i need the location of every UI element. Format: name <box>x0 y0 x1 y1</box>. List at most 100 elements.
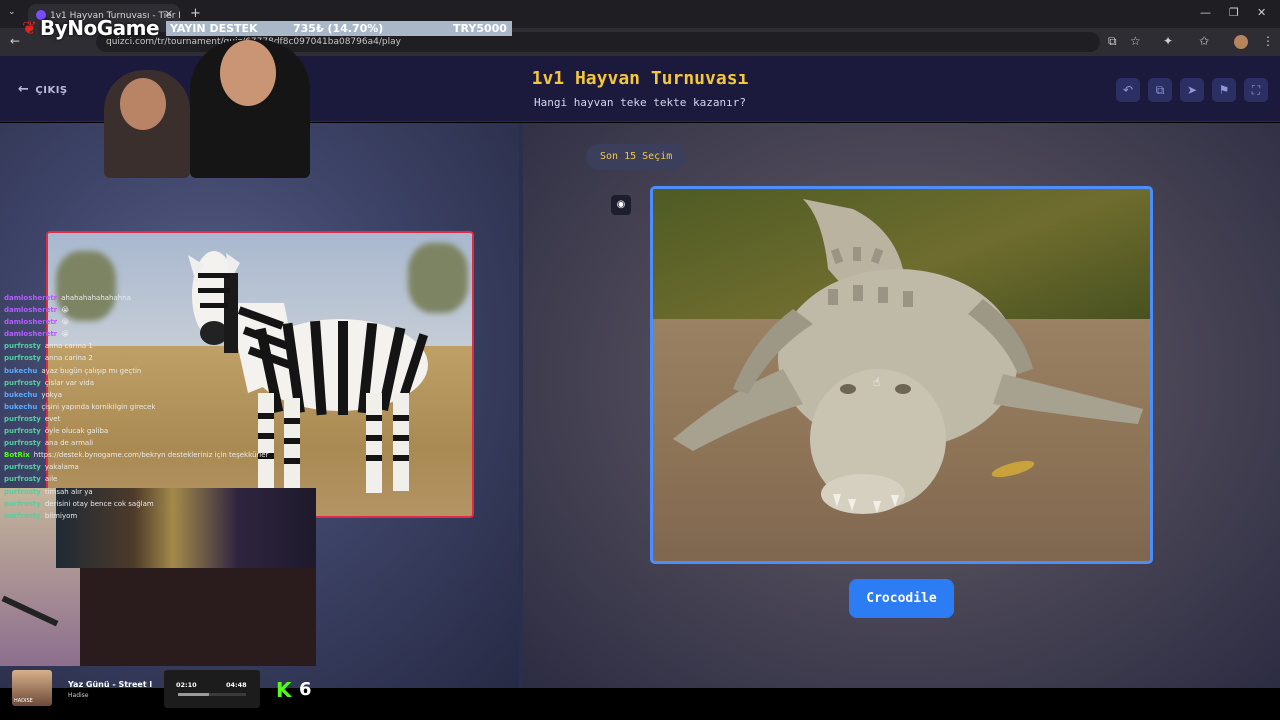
song-artist: Hadise <box>68 692 89 699</box>
chat-message: purfrosty anna carina 2 <box>4 352 304 364</box>
music-progress-fill <box>178 693 209 696</box>
chat-message: bukechu çişini yapında kornikilgin girece… <box>4 401 304 413</box>
extensions-icon[interactable]: ✦ <box>1163 34 1173 48</box>
chat-text: timsah alır ya <box>44 487 93 496</box>
right-choice-image[interactable] <box>650 186 1153 564</box>
chat-username: purfrosty <box>4 487 41 496</box>
streamer-left-face <box>120 78 166 130</box>
bulb-icon: ◉ <box>616 199 626 210</box>
chat-text: öyle olucak galiba <box>44 427 109 436</box>
new-tab-icon[interactable]: + <box>190 6 201 21</box>
streamer-right-face <box>220 40 276 106</box>
chat-text: yakalama <box>44 463 79 472</box>
report-button[interactable]: ⚑ <box>1212 78 1236 102</box>
translate-icon[interactable]: ⧉ <box>1108 34 1117 49</box>
bookmark-star-icon[interactable]: ☆ <box>1130 34 1141 48</box>
chat-username: purfrosty <box>4 511 41 520</box>
restore-icon[interactable]: ❐ <box>1229 6 1239 19</box>
chat-message: BotRix https://destek.bynogame.com/bekryn… <box>4 449 304 461</box>
round-badge: Son 15 Seçim <box>586 144 687 170</box>
bookmarks-icon[interactable]: ✩ <box>1199 34 1209 48</box>
chat-text: ahahahahahahahna <box>61 294 131 302</box>
chat-username: damlosheretr <box>4 318 58 327</box>
fullscreen-icon: ⛶ <box>1251 83 1261 97</box>
chat-username: damlosheretr <box>4 294 58 302</box>
chat-username: purfrosty <box>4 342 41 351</box>
viewer-count: 6 <box>299 679 312 700</box>
chat-text: evet <box>44 414 61 423</box>
chat-text: yokya <box>41 390 62 399</box>
browser-menu-icon[interactable]: ⋮ <box>1262 34 1274 48</box>
total-time: 04:48 <box>226 681 247 689</box>
choice-right-button[interactable]: Crocodile <box>849 579 954 618</box>
chat-message: purfrosty yakalama <box>4 461 304 473</box>
elapsed-time: 02:10 <box>176 681 197 689</box>
profile-avatar[interactable] <box>1234 35 1248 49</box>
chat-username: purfrosty <box>4 378 41 387</box>
chat-text: anna carina 1 <box>44 342 93 351</box>
chat-username: purfrosty <box>4 475 41 484</box>
tab-close-icon[interactable]: × <box>164 7 173 20</box>
chat-text: aile <box>44 475 58 484</box>
chat-text: 😭 <box>61 318 70 327</box>
chat-text: derisini otay bence cok sağlam <box>44 499 154 508</box>
undo-button[interactable]: ↶ <box>1116 78 1140 102</box>
chat-text: 😭 <box>61 306 70 315</box>
chat-message: purfrosty çislar var vida <box>4 377 304 389</box>
logo-text: ByNoGame <box>40 16 160 40</box>
back-icon[interactable]: ← <box>10 34 20 48</box>
chat-text: çislar var vida <box>44 378 94 387</box>
share-button[interactable]: ➤ <box>1180 78 1204 102</box>
minimize-icon[interactable]: — <box>1200 6 1211 19</box>
tab-search-icon[interactable]: ⌄ <box>8 7 16 17</box>
send-icon: ➤ <box>1186 83 1198 97</box>
banner-label: YAYIN DESTEK <box>170 22 258 35</box>
chat-message: damlosheretr 😭 <box>4 328 304 340</box>
copy-button[interactable]: ⧉ <box>1148 78 1172 102</box>
chat-text: https://destek.bynogame.com/bekryn deste… <box>33 451 269 460</box>
chat-message: bukechu yokya <box>4 389 304 401</box>
crocodile-illustration <box>673 199 1143 514</box>
album-caption: HADISE <box>14 698 33 704</box>
donation-banner: YAYIN DESTEK 735₺ (14.70%) TRY5000 <box>166 21 512 36</box>
chat-username: purfrosty <box>4 414 41 423</box>
chat-username: purfrosty <box>4 439 41 448</box>
chat-username: bukechu <box>4 390 38 399</box>
flag-icon: ⚑ <box>1218 83 1230 97</box>
undo-icon: ↶ <box>1122 83 1134 97</box>
kick-logo-icon: K <box>276 678 292 702</box>
chat-username: damlosheretr <box>4 306 58 315</box>
chat-message: damlosheretr 😭 <box>4 316 304 328</box>
song-title: Yaz Günü - Street l <box>68 680 153 689</box>
screen: ⌄ 1v1 Hayvan Turnuvası - Tier List × + —… <box>0 0 1280 720</box>
copy-icon: ⧉ <box>1155 83 1165 97</box>
chat-text: anna carina 2 <box>44 354 93 363</box>
chat-username: bukechu <box>4 366 38 375</box>
chat-username: damlosheretr <box>4 330 58 339</box>
chat-message: purfrosty timsah alır ya <box>4 486 304 498</box>
chat-username: BotRix <box>4 451 30 460</box>
chat-text: bilmiyom <box>44 511 78 520</box>
chat-message: purfrosty bilmiyom <box>4 510 304 522</box>
chat-message: purfrosty anna carina 1 <box>4 340 304 352</box>
flame-logo-icon: ❦ <box>22 18 38 39</box>
window-close-icon[interactable]: ✕ <box>1257 6 1266 19</box>
chat-username: purfrosty <box>4 354 41 363</box>
chat-text: ayaz bugün çalışıp mı geçtin <box>41 366 142 375</box>
hand-cursor-icon: ☝ <box>873 375 881 389</box>
chat-username: purfrosty <box>4 499 41 508</box>
stream-logo: ByNoGame <box>40 16 160 40</box>
chat-username: purfrosty <box>4 463 41 472</box>
chat-message: damlosheretr ahahahahahahahna <box>4 292 304 304</box>
chat-message: damlosheretr 😭 <box>4 304 304 316</box>
chat-message: purfrosty öyle olucak galiba <box>4 425 304 437</box>
chat-text: ana de armali <box>44 439 94 448</box>
chat-text: 😭 <box>61 330 70 339</box>
chat-username: bukechu <box>4 402 38 411</box>
chat-message: purfrosty ana de armali <box>4 437 304 449</box>
chat-message: purfrosty aile <box>4 473 304 485</box>
chat-text: çişini yapında kornikilgin girecek <box>41 402 156 411</box>
hint-button[interactable]: ◉ <box>611 195 631 215</box>
fullscreen-button[interactable]: ⛶ <box>1244 78 1268 102</box>
music-timer-box <box>164 670 260 708</box>
